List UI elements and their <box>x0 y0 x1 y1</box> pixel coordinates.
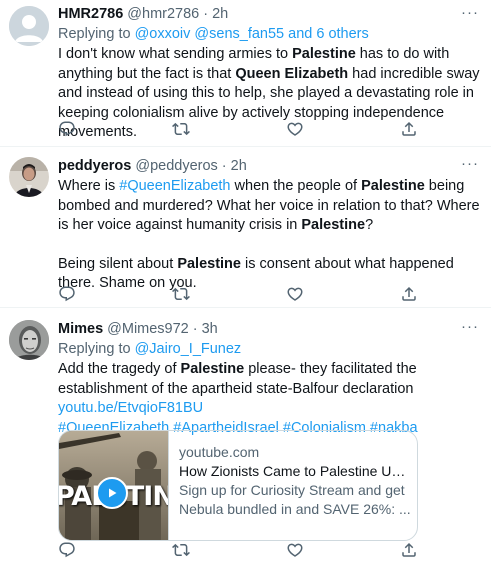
avatar[interactable] <box>9 320 49 360</box>
user-handle[interactable]: @peddyeros <box>135 157 217 176</box>
replying-to: Replying to @oxxoiv @sens_fan55 and 6 ot… <box>58 25 481 44</box>
tweet-header: HMR2786 @hmr2786 · 2h <box>58 5 481 24</box>
text-segment: Being silent about <box>58 255 178 272</box>
display-name[interactable]: HMR2786 <box>58 5 123 24</box>
tweet-mimes[interactable]: Mimes @Mimes972 · 3h Replying to @Jairo_… <box>0 308 491 566</box>
highlight-keyword: Palestine <box>301 217 366 233</box>
tweet-peddyeros[interactable]: peddyeros @peddyeros · 2h Where is #Quee… <box>0 147 491 308</box>
replying-prefix: Replying to <box>58 341 135 357</box>
more-options-icon[interactable]: ··· <box>461 319 479 334</box>
tweet-header: Mimes @Mimes972 · 3h <box>58 320 481 339</box>
reply-icon[interactable] <box>58 120 76 138</box>
avatar[interactable] <box>9 157 49 197</box>
link-preview-card[interactable]: PALSTIN youtube.com How Zionists Came to… <box>58 430 418 541</box>
user-handle[interactable]: @Mimes972 <box>107 320 189 339</box>
separator-dot: · <box>203 6 209 22</box>
retweet-icon[interactable] <box>172 541 190 559</box>
text-segment: Add the tragedy of <box>58 361 181 377</box>
display-name[interactable]: Mimes <box>58 320 103 339</box>
timestamp[interactable]: 2h <box>212 5 228 24</box>
hashtag-link[interactable]: #QueenElizabeth <box>119 178 230 194</box>
share-icon[interactable] <box>400 285 418 303</box>
default-avatar-icon <box>9 6 49 46</box>
retweet-icon[interactable] <box>172 120 190 138</box>
tweet-text: Where is #QueenElizabeth when the people… <box>58 177 481 294</box>
profile-photo-icon <box>9 320 49 360</box>
avatar[interactable] <box>9 6 49 46</box>
card-thumbnail: PALSTIN <box>59 431 169 540</box>
profile-photo-icon <box>9 157 49 197</box>
tweet-actions <box>58 541 418 559</box>
replying-to-link[interactable]: @Jairo_I_Funez <box>135 341 242 357</box>
replying-to: Replying to @Jairo_I_Funez <box>58 340 481 359</box>
heart-icon[interactable] <box>286 120 304 138</box>
text-segment: ? <box>365 217 374 233</box>
url-link[interactable]: youtu.be/EtvqioF81BU <box>58 400 203 416</box>
heart-icon[interactable] <box>286 285 304 303</box>
tweet-actions <box>58 120 418 138</box>
highlight-keyword: Palestine <box>177 255 241 272</box>
more-options-icon[interactable]: ··· <box>461 5 479 20</box>
separator-dot: · <box>221 158 227 174</box>
card-title: How Zionists Came to Palestine Under Bri… <box>179 463 411 479</box>
card-domain: youtube.com <box>179 444 260 460</box>
retweet-icon[interactable] <box>172 285 190 303</box>
text-segment: when the people of <box>230 178 362 194</box>
tweet-actions <box>58 285 418 303</box>
share-icon[interactable] <box>400 541 418 559</box>
highlight-keyword: Palestine <box>292 46 356 62</box>
text-segment: I don't know what sending armies to <box>58 46 293 62</box>
user-handle[interactable]: @hmr2786 <box>127 5 199 24</box>
replying-to-link[interactable]: @oxxoiv @sens_fan55 and 6 others <box>135 26 369 42</box>
heart-icon[interactable] <box>286 541 304 559</box>
share-icon[interactable] <box>400 120 418 138</box>
tweet-hmr2786[interactable]: HMR2786 @hmr2786 · 2h Replying to @oxxoi… <box>0 0 491 147</box>
highlight-keyword: Palestine <box>361 178 425 194</box>
display-name[interactable]: peddyeros <box>58 157 131 176</box>
card-text: youtube.com How Zionists Came to Palesti… <box>169 431 417 540</box>
replying-prefix: Replying to <box>58 26 135 42</box>
tweet-text: Add the tragedy of Palestine please- the… <box>58 360 481 438</box>
card-description: Sign up for Curiosity Stream and get Neb… <box>179 482 411 517</box>
reply-icon[interactable] <box>58 285 76 303</box>
text-segment: Where is <box>58 178 120 194</box>
timestamp[interactable]: 2h <box>231 157 247 176</box>
highlight-keyword: Palestine <box>180 361 245 377</box>
separator-dot: · <box>192 321 198 337</box>
play-icon[interactable] <box>96 477 128 509</box>
tweet-header: peddyeros @peddyeros · 2h <box>58 157 481 176</box>
timestamp[interactable]: 3h <box>202 320 218 339</box>
more-options-icon[interactable]: ··· <box>461 156 479 171</box>
highlight-keyword: Queen Elizabeth <box>235 65 349 82</box>
reply-icon[interactable] <box>58 541 76 559</box>
tweet-paragraph: Where is #QueenElizabeth when the people… <box>58 177 481 236</box>
